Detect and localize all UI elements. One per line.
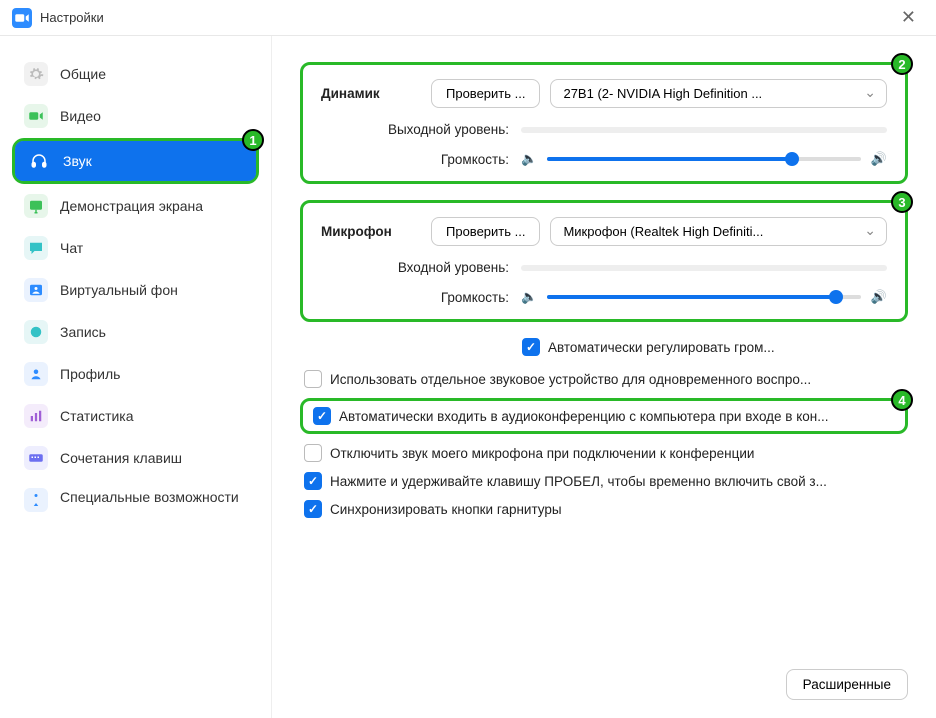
sync-headset-checkbox[interactable] bbox=[304, 500, 322, 518]
annotation-highlight-1: 1 Звук bbox=[12, 138, 259, 184]
sync-headset-row: Синхронизировать кнопки гарнитуры bbox=[300, 500, 908, 518]
mute-on-join-checkbox[interactable] bbox=[304, 444, 322, 462]
speaker-volume-label: Громкость: bbox=[321, 152, 521, 167]
space-unmute-row: Нажмите и удерживайте клавишу ПРОБЕЛ, чт… bbox=[300, 472, 908, 490]
output-level-meter bbox=[521, 127, 887, 133]
mic-volume-slider[interactable] bbox=[547, 289, 861, 305]
auto-adjust-checkbox[interactable] bbox=[522, 338, 540, 356]
sidebar-item-recording[interactable]: Запись bbox=[12, 312, 259, 352]
space-unmute-label: Нажмите и удерживайте клавишу ПРОБЕЛ, чт… bbox=[330, 474, 827, 489]
auto-adjust-label: Автоматически регулировать гром... bbox=[548, 340, 775, 355]
annotation-badge: 3 bbox=[891, 191, 913, 213]
sidebar-item-share-screen[interactable]: Демонстрация экрана bbox=[12, 186, 259, 226]
content: Общие Видео 1 Звук bbox=[0, 36, 936, 718]
sidebar-item-label: Статистика bbox=[60, 408, 134, 424]
space-unmute-checkbox[interactable] bbox=[304, 472, 322, 490]
sidebar-item-virtual-bg[interactable]: Виртуальный фон bbox=[12, 270, 259, 310]
statistics-icon bbox=[24, 404, 48, 428]
sidebar-item-shortcuts[interactable]: Сочетания клавиш bbox=[12, 438, 259, 478]
mute-on-join-label: Отключить звук моего микрофона при подкл… bbox=[330, 446, 754, 461]
auto-join-label: Автоматически входить в аудиоконференцию… bbox=[339, 409, 829, 424]
virtual-bg-icon bbox=[24, 278, 48, 302]
annotation-badge: 4 bbox=[891, 389, 913, 411]
separate-device-label: Использовать отдельное звуковое устройст… bbox=[330, 372, 811, 387]
keyboard-icon bbox=[24, 446, 48, 470]
input-level-meter bbox=[521, 265, 887, 271]
record-icon bbox=[24, 320, 48, 344]
gear-icon bbox=[24, 62, 48, 86]
sidebar-item-label: Чат bbox=[60, 240, 83, 256]
video-icon bbox=[24, 104, 48, 128]
microphone-title: Микрофон bbox=[321, 224, 431, 239]
sidebar-item-statistics[interactable]: Статистика bbox=[12, 396, 259, 436]
volume-low-icon: 🔈 bbox=[521, 289, 537, 305]
mic-volume-label: Громкость: bbox=[321, 290, 521, 305]
sidebar-item-label: Специальные возможности bbox=[60, 488, 239, 506]
sidebar-item-label: Демонстрация экрана bbox=[60, 198, 203, 214]
settings-window: Настройки ✕ Общие Видео 1 bbox=[0, 0, 936, 718]
microphone-section: 3 Микрофон Проверить ... Микрофон (Realt… bbox=[300, 200, 908, 322]
sidebar-item-label: Сочетания клавиш bbox=[60, 450, 182, 466]
mic-device-select[interactable]: Микрофон (Realtek High Definiti... bbox=[550, 217, 887, 246]
close-button[interactable]: ✕ bbox=[893, 3, 924, 32]
separate-device-row: Использовать отдельное звуковое устройст… bbox=[300, 370, 908, 388]
sidebar-item-label: Профиль bbox=[60, 366, 120, 382]
volume-high-icon: 🔊 bbox=[871, 289, 887, 305]
window-title: Настройки bbox=[40, 10, 893, 25]
mute-on-join-row: Отключить звук моего микрофона при подкл… bbox=[300, 444, 908, 462]
sidebar-item-general[interactable]: Общие bbox=[12, 54, 259, 94]
advanced-button[interactable]: Расширенные bbox=[786, 669, 908, 700]
auto-adjust-row: Автоматически регулировать гром... bbox=[518, 338, 908, 356]
speaker-volume-slider[interactable] bbox=[547, 151, 861, 167]
speaker-title: Динамик bbox=[321, 86, 431, 101]
sidebar-item-profile[interactable]: Профиль bbox=[12, 354, 259, 394]
test-mic-button[interactable]: Проверить ... bbox=[431, 217, 540, 246]
sidebar-item-accessibility[interactable]: Специальные возможности bbox=[12, 480, 259, 520]
accessibility-icon bbox=[24, 488, 48, 512]
separate-device-checkbox[interactable] bbox=[304, 370, 322, 388]
sync-headset-label: Синхронизировать кнопки гарнитуры bbox=[330, 502, 562, 517]
sidebar-item-label: Звук bbox=[63, 153, 92, 169]
volume-low-icon: 🔈 bbox=[521, 151, 537, 167]
speaker-section: 2 Динамик Проверить ... 27B1 (2- NVIDIA … bbox=[300, 62, 908, 184]
volume-high-icon: 🔊 bbox=[871, 151, 887, 167]
sidebar-item-label: Виртуальный фон bbox=[60, 282, 178, 298]
main-panel: 2 Динамик Проверить ... 27B1 (2- NVIDIA … bbox=[272, 36, 936, 718]
sidebar-item-audio[interactable]: Звук bbox=[15, 141, 256, 181]
sidebar-item-label: Видео bbox=[60, 108, 101, 124]
sidebar-item-label: Запись bbox=[60, 324, 106, 340]
annotation-badge: 2 bbox=[891, 53, 913, 75]
share-screen-icon bbox=[24, 194, 48, 218]
chat-icon bbox=[24, 236, 48, 260]
sidebar-item-label: Общие bbox=[60, 66, 106, 82]
auto-join-row: Автоматически входить в аудиоконференцию… bbox=[313, 407, 895, 425]
annotation-badge: 1 bbox=[242, 129, 264, 151]
annotation-highlight-4: 4 Автоматически входить в аудиоконференц… bbox=[300, 398, 908, 434]
speaker-device-select[interactable]: 27B1 (2- NVIDIA High Definition ... bbox=[550, 79, 887, 108]
sidebar-item-video[interactable]: Видео bbox=[12, 96, 259, 136]
auto-join-checkbox[interactable] bbox=[313, 407, 331, 425]
app-icon bbox=[12, 8, 32, 28]
test-speaker-button[interactable]: Проверить ... bbox=[431, 79, 540, 108]
headphones-icon bbox=[27, 149, 51, 173]
input-level-label: Входной уровень: bbox=[321, 260, 521, 275]
output-level-label: Выходной уровень: bbox=[321, 122, 521, 137]
sidebar: Общие Видео 1 Звук bbox=[0, 36, 272, 718]
sidebar-item-chat[interactable]: Чат bbox=[12, 228, 259, 268]
profile-icon bbox=[24, 362, 48, 386]
titlebar: Настройки ✕ bbox=[0, 0, 936, 36]
